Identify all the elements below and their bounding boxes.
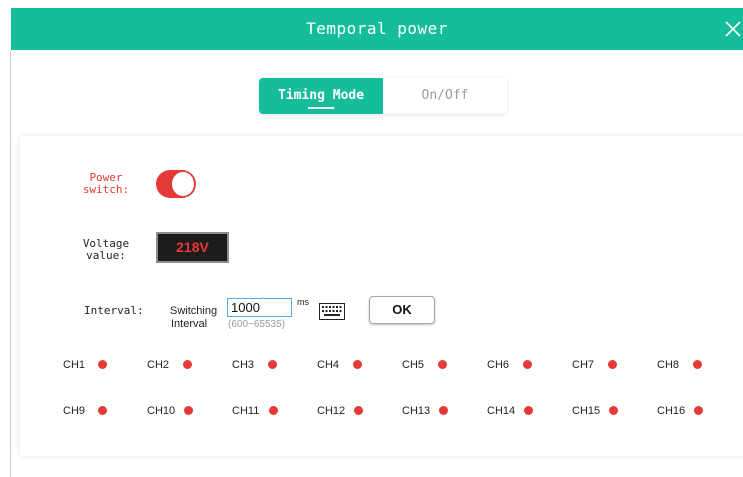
- channel-ch3-status-indicator: [268, 360, 277, 369]
- voltage-display: 218V: [156, 232, 229, 263]
- tab-timing-mode-label: Timing Mode: [277, 88, 365, 103]
- dialog-left-border: [10, 50, 11, 477]
- power-switch-label: Power switch:: [78, 172, 134, 196]
- channel-ch10-label: CH10: [147, 405, 176, 417]
- channel-ch11-label: CH11: [232, 405, 260, 417]
- channel-ch13-status-indicator: [439, 406, 448, 415]
- channel-ch7-status-indicator: [608, 360, 617, 369]
- channel-ch14-label: CH14: [487, 405, 516, 417]
- mode-tabs: Timing Mode On/Off: [259, 78, 507, 114]
- interval-range-hint: (600~65535): [228, 319, 285, 330]
- interval-label: Interval:: [84, 304, 144, 317]
- channel-ch3-label: CH3: [232, 359, 255, 371]
- channel-ch4-status-indicator: [353, 360, 362, 369]
- keyboard-icon[interactable]: [319, 303, 345, 320]
- channel-ch16-label: CH16: [657, 405, 686, 417]
- channel-ch16-status-indicator: [694, 406, 703, 415]
- channel-ch7-label: CH7: [572, 359, 595, 371]
- channel-ch8-label: CH8: [657, 359, 680, 371]
- tab-on-off[interactable]: On/Off: [383, 78, 507, 114]
- dialog-header: Temporal power: [11, 8, 743, 50]
- channel-ch12-label: CH12: [317, 405, 346, 417]
- channel-ch14-status-indicator: [524, 406, 533, 415]
- tab-on-off-label: On/Off: [421, 88, 469, 103]
- channel-ch13-label: CH13: [402, 405, 431, 417]
- power-switch-toggle[interactable]: [156, 170, 196, 198]
- channel-ch6-label: CH6: [487, 359, 510, 371]
- channel-ch6-status-indicator: [523, 360, 532, 369]
- toggle-knob: [172, 172, 194, 196]
- channel-ch15-status-indicator: [609, 406, 618, 415]
- switching-interval-line1: Switching: [170, 305, 218, 317]
- channel-ch2-label: CH2: [147, 359, 170, 371]
- channel-ch2-status-indicator: [183, 360, 192, 369]
- switching-interval-line2: Interval: [171, 318, 208, 330]
- close-icon[interactable]: [723, 18, 743, 40]
- channel-ch9-label: CH9: [63, 405, 86, 417]
- tab-timing-mode[interactable]: Timing Mode: [259, 78, 383, 114]
- voltage-label: Voltage value:: [78, 238, 134, 262]
- channel-ch9-status-indicator: [98, 406, 107, 415]
- switching-interval-label: Switching Interval: [170, 305, 217, 331]
- channel-ch1-status-indicator: [98, 360, 107, 369]
- ok-button[interactable]: OK: [369, 296, 435, 324]
- channel-ch1-label: CH1: [63, 359, 86, 371]
- channel-ch5-status-indicator: [438, 360, 447, 369]
- channel-ch8-status-indicator: [693, 360, 702, 369]
- channel-ch12-status-indicator: [354, 406, 363, 415]
- channel-ch4-label: CH4: [317, 359, 340, 371]
- voltage-label-line2: value:: [86, 249, 126, 262]
- interval-input[interactable]: 1000: [227, 298, 292, 317]
- interval-unit: ms: [297, 297, 309, 307]
- power-switch-label-line2: switch:: [82, 183, 130, 196]
- channel-ch11-status-indicator: [269, 406, 278, 415]
- active-tab-underline: [308, 107, 334, 109]
- channel-ch15-label: CH15: [572, 405, 601, 417]
- channel-ch5-label: CH5: [402, 359, 425, 371]
- channel-ch10-status-indicator: [184, 406, 193, 415]
- dialog-title: Temporal power: [306, 19, 448, 38]
